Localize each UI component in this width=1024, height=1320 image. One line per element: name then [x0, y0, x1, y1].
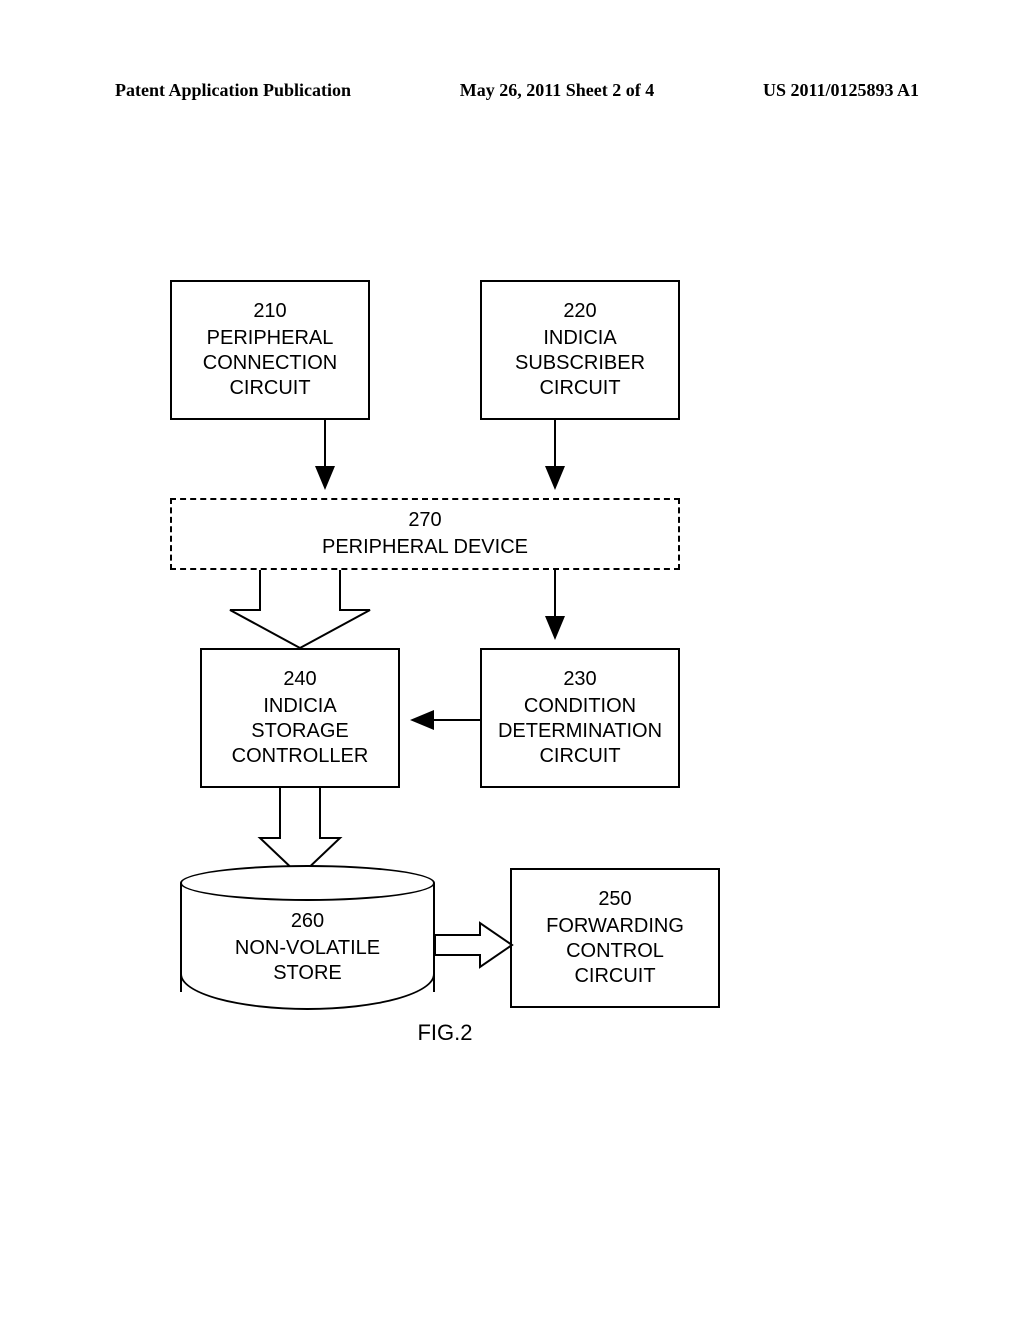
block-230-condition-determination-circuit: 230 CONDITION DETERMINATION CIRCUIT [480, 648, 680, 788]
block-label-line: INDICIA [263, 694, 336, 719]
block-number: 240 [283, 667, 316, 692]
block-number: 220 [563, 299, 596, 324]
block-label-line: NON-VOLATILE [180, 936, 435, 961]
block-label-line: CONTROLLER [232, 744, 369, 769]
block-label-line: FORWARDING [546, 914, 684, 939]
block-220-indicia-subscriber-circuit: 220 INDICIA SUBSCRIBER CIRCUIT [480, 280, 680, 420]
block-label-line: INDICIA [543, 326, 616, 351]
block-number: 210 [253, 299, 286, 324]
block-label-line: DETERMINATION [498, 719, 662, 744]
block-label-line: CONTROL [566, 939, 664, 964]
block-210-peripheral-connection-circuit: 210 PERIPHERAL CONNECTION CIRCUIT [170, 280, 370, 420]
block-number: 260 [180, 909, 435, 934]
block-label-line: SUBSCRIBER [515, 351, 645, 376]
block-label-line: CIRCUIT [539, 744, 620, 769]
block-260-non-volatile-store: 260 NON-VOLATILE STORE [180, 865, 435, 1010]
block-label-line: CIRCUIT [229, 376, 310, 401]
block-label-line: PERIPHERAL [207, 326, 334, 351]
block-240-indicia-storage-controller: 240 INDICIA STORAGE CONTROLLER [200, 648, 400, 788]
block-arrow-260-to-250 [435, 920, 515, 970]
figure-caption: FIG.2 [390, 1020, 500, 1046]
block-number: 250 [598, 887, 631, 912]
header-publication-number: US 2011/0125893 A1 [763, 80, 919, 101]
header-publication-type: Patent Application Publication [115, 80, 351, 101]
block-label-line: STORE [180, 961, 435, 986]
page-header: Patent Application Publication May 26, 2… [0, 80, 1024, 101]
arrow-270-to-230 [540, 570, 580, 650]
block-label-line: STORAGE [251, 719, 348, 744]
block-label-line: CONDITION [524, 694, 636, 719]
block-number: 230 [563, 667, 596, 692]
block-270-peripheral-device: 270 PERIPHERAL DEVICE [170, 498, 680, 570]
block-label-line: CIRCUIT [539, 376, 620, 401]
block-diagram: 210 PERIPHERAL CONNECTION CIRCUIT 220 IN… [160, 280, 740, 1060]
block-label-line: PERIPHERAL DEVICE [322, 535, 528, 560]
block-arrow-270-to-240 [220, 570, 400, 650]
block-label-line: CIRCUIT [574, 964, 655, 989]
block-250-forwarding-control-circuit: 250 FORWARDING CONTROL CIRCUIT [510, 868, 720, 1008]
block-number: 270 [408, 508, 441, 533]
arrow-210-to-270 [160, 420, 740, 500]
arrow-230-to-240 [400, 710, 480, 730]
block-label-line: CONNECTION [203, 351, 337, 376]
header-date-sheet: May 26, 2011 Sheet 2 of 4 [460, 80, 654, 101]
